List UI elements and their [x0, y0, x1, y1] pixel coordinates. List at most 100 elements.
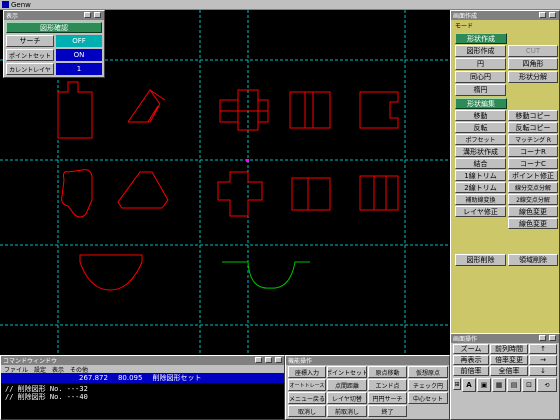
layer-switch-button[interactable]: レイヤ切替: [327, 392, 367, 404]
right-arrow-button[interactable]: →: [529, 355, 557, 365]
section-shape-edit[interactable]: 形状編集: [455, 98, 507, 109]
end-point-button[interactable]: エンド点: [368, 379, 407, 391]
edit-button-cross-split[interactable]: 2線交点分解: [508, 194, 558, 205]
edit-button-flip[interactable]: 反転: [455, 122, 506, 133]
prev-time-button[interactable]: 前列時間: [490, 344, 528, 354]
shape-2: [127, 89, 166, 123]
minimize-button[interactable]: [84, 12, 91, 18]
section-shape-create[interactable]: 形状作成: [455, 33, 507, 44]
edit-button-trim1[interactable]: 1線トリム: [455, 170, 506, 181]
delete-area-button[interactable]: 領域削除: [508, 254, 558, 266]
edit-button-matching[interactable]: マッチング R: [508, 134, 558, 145]
mode-panel: 画面作成 モード 形状作成 図形作成 CUT 円 四角形 同心円 形状分解 楕円…: [450, 10, 560, 338]
full-scale-button[interactable]: 全倍率: [490, 366, 528, 376]
rectangle-button[interactable]: 四角形: [508, 58, 558, 70]
edit-button-groove[interactable]: 溝形状作成: [455, 146, 506, 157]
edit-button-flip-copy[interactable]: 反転コピー: [508, 122, 558, 133]
shape-green: [222, 261, 310, 289]
zoom-icon[interactable]: ⊡: [522, 378, 536, 392]
auto-trace-button[interactable]: オートトレース: [288, 379, 326, 391]
zoom-button[interactable]: ズーム: [453, 344, 489, 354]
log-line: // 削除図形 No. ---32: [5, 385, 88, 393]
search-toggle[interactable]: OFF: [56, 35, 102, 47]
display-window-title-text: 表示: [6, 13, 19, 20]
shape-1: [57, 81, 93, 139]
function-window: 機能操作 座標入力 ポイントセット 原点移動 仮想原点 オートトレース 点間距離…: [285, 355, 450, 420]
a-icon[interactable]: A: [462, 378, 476, 392]
prev-cancel-button[interactable]: 前取消し: [327, 405, 367, 417]
close-button[interactable]: [94, 12, 101, 18]
menu-other[interactable]: その他: [70, 365, 88, 374]
function-window-title-text: 機能操作: [288, 358, 313, 365]
virtual-origin-button[interactable]: 仮想原点: [408, 366, 448, 378]
display-header[interactable]: 図形確認: [6, 22, 102, 33]
screen-op-title-text: 画面操作: [453, 336, 478, 343]
current-layer-value[interactable]: 1: [56, 63, 102, 75]
edit-button-line-color[interactable]: 線色変更: [508, 206, 558, 217]
edit-button-layer-fix[interactable]: レイヤ修正: [455, 206, 506, 217]
mode-minimize-button[interactable]: [539, 12, 546, 18]
op-close-button[interactable]: [549, 335, 556, 341]
menu-view[interactable]: 表示: [52, 365, 64, 374]
scale-change-button[interactable]: 倍率変更: [490, 355, 528, 365]
edit-button-offset[interactable]: ポフセット: [455, 134, 506, 145]
check-circle-button[interactable]: チェック円: [408, 379, 448, 391]
command-window-title: コマンドウィンドウ: [1, 356, 284, 365]
prev-scale-button[interactable]: 前倍率: [453, 366, 489, 376]
cancel-button[interactable]: 取消し: [288, 405, 326, 417]
app-icon: [2, 1, 9, 8]
point-set-label: ポイントセット: [6, 49, 54, 61]
edit-button-aux-convert[interactable]: 補助線変換: [455, 194, 506, 205]
circle-button[interactable]: 円: [455, 58, 506, 70]
point-distance-button[interactable]: 点間距離: [327, 379, 367, 391]
origin-move-button[interactable]: 原点移動: [368, 366, 407, 378]
delete-shape-button[interactable]: 図形削除: [455, 254, 506, 266]
center-set-button[interactable]: 中心セット: [408, 392, 448, 404]
shape-9: [291, 177, 331, 211]
edit-button-point-fix[interactable]: ポイント修正: [508, 170, 558, 181]
menu-settings[interactable]: 設定: [34, 365, 46, 374]
edit-button-move[interactable]: 移動: [455, 110, 506, 121]
shape-7: [117, 171, 169, 209]
cut-button[interactable]: CUT: [508, 45, 558, 57]
edit-button-line-color-2[interactable]: 線色変更: [508, 218, 558, 229]
cmd-maximize-button[interactable]: [265, 357, 272, 363]
point-set-button[interactable]: ポイントセット: [327, 366, 367, 378]
coord-x: 267.872: [79, 374, 108, 382]
mode-close-button[interactable]: [549, 12, 556, 18]
edit-button-trim2[interactable]: 2線トリム: [455, 182, 506, 193]
shape-10: [359, 175, 399, 211]
op-minimize-button[interactable]: [539, 335, 546, 341]
screen-op-panel: 画面操作 ズーム 前列時間 ↑ 再表示 倍率変更 → 前倍率 全倍率 ↓ ⊞ A…: [450, 333, 560, 420]
small-a-icon[interactable]: ⊞: [453, 378, 461, 390]
coordinate-bar: 267.872 80.095 削除図形セット: [1, 373, 284, 383]
concentric-button[interactable]: 同心円: [455, 71, 506, 83]
cmd-close-button[interactable]: [275, 357, 282, 363]
edit-button-corner-c[interactable]: コーナC: [508, 158, 558, 169]
edit-button-corner-r[interactable]: コーナR: [508, 146, 558, 157]
grid-icon[interactable]: ▦: [492, 378, 506, 392]
shape-decompose-button[interactable]: 形状分解: [508, 71, 558, 83]
square-icon[interactable]: ▣: [477, 378, 491, 392]
app-title-bar: Genw: [0, 0, 560, 10]
undo-icon[interactable]: ⟲: [537, 378, 557, 392]
ellipse-button[interactable]: 楕円: [455, 84, 506, 96]
grid2-icon[interactable]: ▤: [507, 378, 521, 392]
shape-4: [289, 91, 331, 129]
app-title: Genw: [11, 0, 31, 9]
exit-button[interactable]: 終了: [368, 405, 407, 417]
redraw-button[interactable]: 再表示: [453, 355, 489, 365]
current-layer-label: カレントレイヤ: [6, 63, 54, 75]
coord-input-button[interactable]: 座標入力: [288, 366, 326, 378]
circle-search-button[interactable]: 円円サーチ: [368, 392, 407, 404]
shape-create-button[interactable]: 図形作成: [455, 45, 506, 57]
up-arrow-button[interactable]: ↑: [529, 344, 557, 354]
down-arrow-button[interactable]: ↓: [529, 366, 557, 376]
cmd-minimize-button[interactable]: [255, 357, 262, 363]
menu-back-button[interactable]: メニュー戻る: [288, 392, 326, 404]
edit-button-move-copy[interactable]: 移動コピー: [508, 110, 558, 121]
menu-file[interactable]: ファイル: [4, 365, 28, 374]
edit-button-join[interactable]: 結合: [455, 158, 506, 169]
point-set-toggle[interactable]: ON: [56, 49, 102, 61]
edit-button-line-split[interactable]: 線分交点分解: [508, 182, 558, 193]
